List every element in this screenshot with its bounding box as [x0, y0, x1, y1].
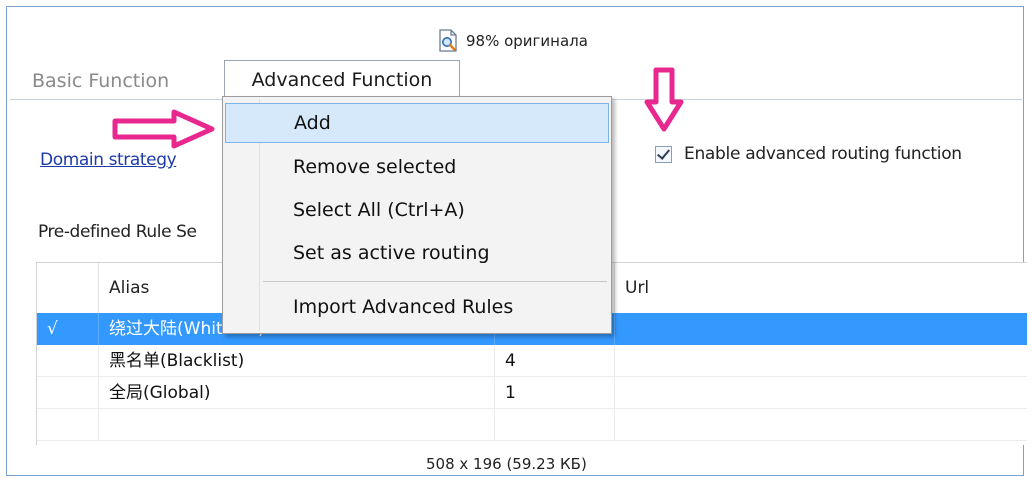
row-active-mark: √ [37, 313, 99, 345]
table-row[interactable]: 黑名单(Blacklist) 4 [37, 345, 1027, 377]
empty-cell [37, 409, 99, 441]
tab-strip: Basic Function Advanced Function [10, 60, 1020, 100]
empty-cell [495, 409, 615, 441]
column-header-mark[interactable] [37, 263, 99, 313]
row-url [615, 345, 1027, 377]
annotation-arrow-down-icon [644, 67, 684, 132]
tab-basic-function[interactable]: Basic Function [32, 65, 169, 97]
enable-advanced-routing-label: Enable advanced routing function [684, 144, 962, 164]
row-active-mark [37, 345, 99, 377]
row-count: 1 [495, 377, 615, 409]
predefined-rule-set-label: Pre-defined Rule Se [38, 222, 197, 242]
tab-advanced-function[interactable]: Advanced Function [224, 60, 460, 100]
menu-item-remove-selected[interactable]: Remove selected [225, 147, 609, 187]
column-header-url[interactable]: Url [615, 263, 1027, 313]
row-url [615, 377, 1027, 409]
context-menu: Add Remove selected Select All (Ctrl+A) … [222, 96, 612, 334]
row-count: 4 [495, 345, 615, 377]
domain-strategy-link[interactable]: Domain strategy [40, 150, 177, 170]
table-row-empty [37, 409, 1027, 441]
menu-item-set-active-routing[interactable]: Set as active routing [225, 233, 609, 273]
row-alias: 全局(Global) [99, 377, 495, 409]
annotation-arrow-right-icon [112, 109, 215, 149]
magnifier-page-icon [439, 29, 457, 52]
row-alias: 黑名单(Blacklist) [99, 345, 495, 377]
menu-item-import-advanced-rules[interactable]: Import Advanced Rules [225, 287, 609, 327]
enable-advanced-routing-checkbox[interactable] [655, 145, 672, 163]
row-url [615, 313, 1027, 345]
empty-cell [615, 409, 1027, 441]
menu-item-add[interactable]: Add [225, 103, 609, 143]
image-size-caption: 508 x 196 (59.23 КБ) [426, 455, 587, 473]
row-active-mark [37, 377, 99, 409]
table-row[interactable]: 全局(Global) 1 [37, 377, 1027, 409]
zoom-text: 98% оригинала [466, 32, 588, 50]
menu-item-select-all[interactable]: Select All (Ctrl+A) [225, 190, 609, 230]
menu-separator [263, 281, 607, 282]
enable-advanced-routing[interactable]: Enable advanced routing function [655, 144, 962, 164]
zoom-indicator[interactable]: 98% оригинала [437, 28, 588, 54]
empty-cell [99, 409, 495, 441]
